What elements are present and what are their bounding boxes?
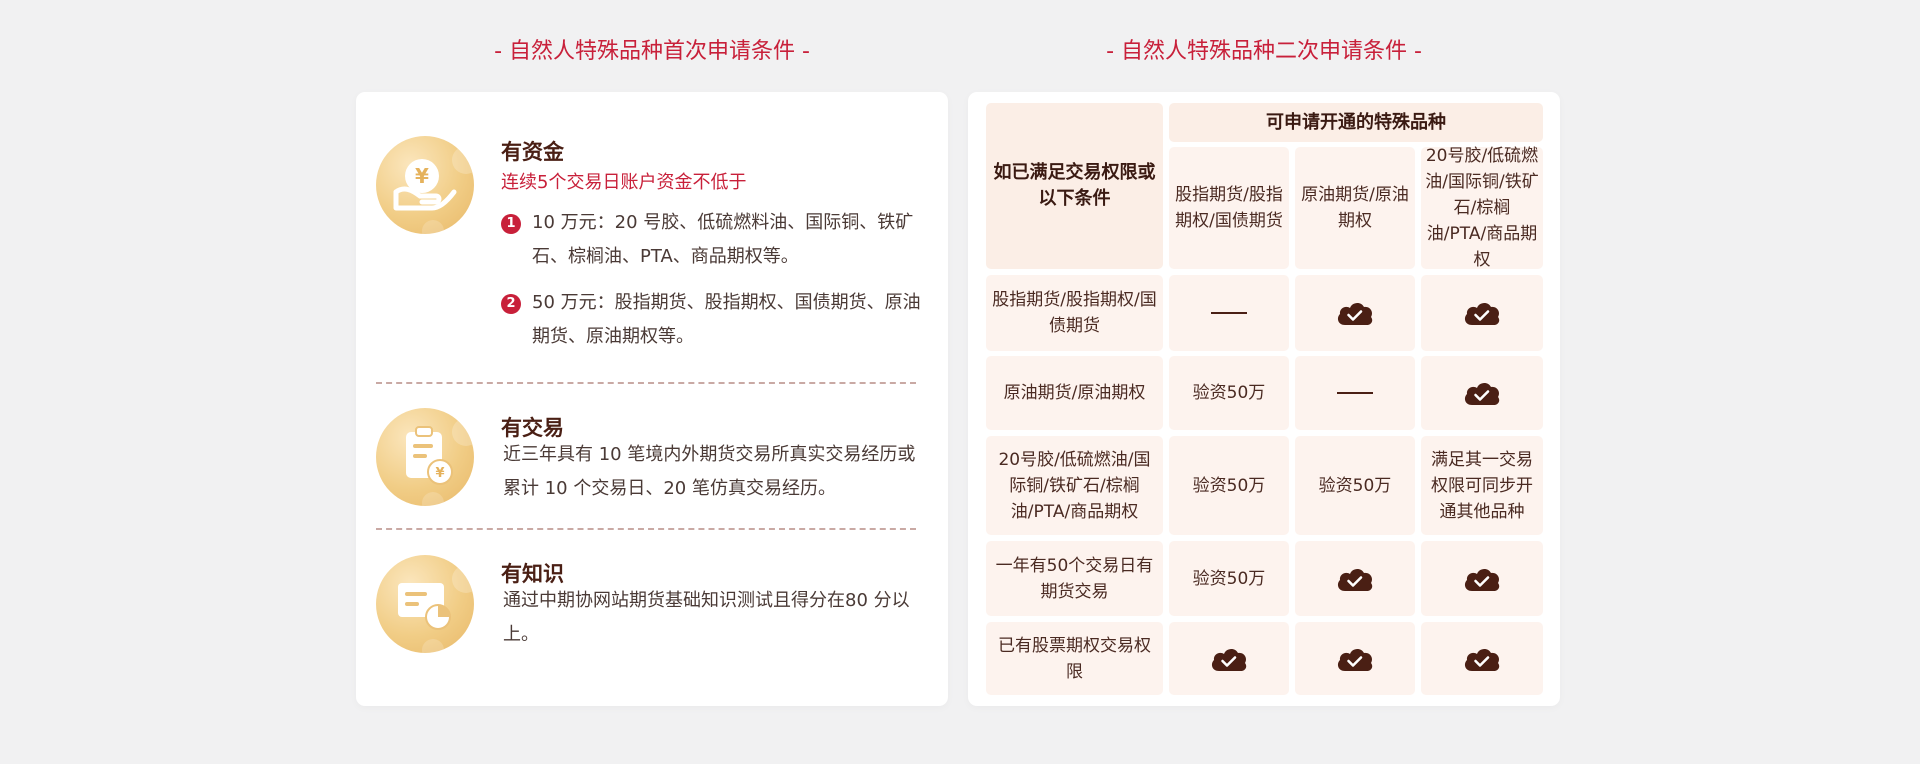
dash-cell: [1295, 356, 1415, 430]
row-label: 股指期货/股指期权/国债期货: [986, 275, 1163, 351]
yen-hand-icon: ¥: [376, 136, 474, 234]
text-cell: 验资50万: [1169, 541, 1289, 616]
svg-text:¥: ¥: [435, 466, 444, 481]
chart-card-icon: [376, 555, 474, 653]
text-cell: 验资50万: [1169, 436, 1289, 535]
check-cell: [1421, 275, 1543, 351]
check-cloud-icon: [1464, 568, 1500, 591]
funds-item-1: 1 10 万元：20 号胶、低硫燃料油、国际铜、铁矿石、棕榈油、PTA、商品期权…: [501, 206, 931, 274]
row-label: 20号胶/低硫燃油/国际铜/铁矿石/棕榈油/PTA/商品期权: [986, 436, 1163, 535]
second-application-card: 如已满足交易权限或以下条件 可申请开通的特殊品种 股指期货/股指期权/国债期货 原油期…: [968, 92, 1560, 706]
row-label: 已有股票期权交易权限: [986, 622, 1163, 695]
funds-item-2-text: 50 万元：股指期货、股指期权、国债期货、原油期货、原油期权等。: [532, 292, 921, 347]
text-cell: 满足其一交易权限可同步开通其他品种: [1421, 436, 1543, 535]
column-header: 股指期货/股指期权/国债期货: [1169, 147, 1289, 269]
condition-funds-subtitle: 连续5个交易日账户资金不低于: [501, 172, 747, 193]
check-cell: [1295, 622, 1415, 695]
second-application-title: - 自然人特殊品种二次申请条件 -: [1106, 39, 1422, 64]
condition-funds-heading: 有资金: [501, 140, 564, 164]
check-cell: [1421, 356, 1543, 430]
check-cloud-icon: [1464, 382, 1500, 405]
number-badge: 2: [501, 294, 521, 314]
check-cloud-icon: [1464, 302, 1500, 325]
first-application-card: ¥ 有资金 连续5个交易日账户资金不低于 1 10 万元：20 号胶、低硫燃料油…: [356, 92, 948, 706]
text-cell: 验资50万: [1169, 356, 1289, 430]
check-cloud-icon: [1337, 568, 1373, 591]
check-cell: [1421, 622, 1543, 695]
corner-header: 如已满足交易权限或以下条件: [986, 103, 1163, 269]
row-label: 一年有50个交易日有期货交易: [986, 541, 1163, 616]
number-badge: 1: [501, 214, 521, 234]
not-applicable-dash: [1211, 312, 1247, 314]
check-cell: [1295, 275, 1415, 351]
section-divider: [376, 528, 916, 530]
column-header: 原油期货/原油期权: [1295, 147, 1415, 269]
condition-funds: ¥ 有资金 连续5个交易日账户资金不低于 1 10 万元：20 号胶、低硫燃料油…: [376, 136, 936, 376]
check-cell: [1295, 541, 1415, 616]
check-cloud-icon: [1337, 302, 1373, 325]
condition-trading: ¥ 有交易 近三年具有 10 笔境内外期货交易所真实交易经历或累计 10 个交易…: [376, 408, 936, 518]
check-cell: [1421, 541, 1543, 616]
column-header: 20号胶/低硫燃油/国际铜/铁矿石/棕榈油/PTA/商品期权: [1421, 146, 1543, 270]
condition-knowledge-text: 通过中期协网站期货基础知识测试且得分在80 分以上。: [503, 590, 910, 645]
first-application-title: - 自然人特殊品种首次申请条件 -: [494, 39, 810, 64]
funds-item-2: 2 50 万元：股指期货、股指期权、国债期货、原油期货、原油期权等。: [501, 286, 931, 354]
svg-text:¥: ¥: [415, 164, 429, 188]
check-cell: [1169, 622, 1289, 695]
clipboard-yen-icon: ¥: [376, 408, 474, 506]
dash-cell: [1169, 275, 1289, 351]
not-applicable-dash: [1337, 392, 1373, 394]
funds-item-1-text: 10 万元：20 号胶、低硫燃料油、国际铜、铁矿石、棕榈油、PTA、商品期权等。: [532, 212, 914, 267]
check-cloud-icon: [1464, 648, 1500, 671]
check-cloud-icon: [1211, 648, 1247, 671]
check-cloud-icon: [1337, 648, 1373, 671]
condition-knowledge: 有知识 通过中期协网站期货基础知识测试且得分在80 分以上。: [376, 555, 936, 665]
text-cell: 验资50万: [1295, 436, 1415, 535]
condition-trading-text: 近三年具有 10 笔境内外期货交易所真实交易经历或累计 10 个交易日、20 笔…: [503, 444, 916, 499]
row-label: 原油期货/原油期权: [986, 356, 1163, 430]
group-header: 可申请开通的特殊品种: [1169, 103, 1543, 142]
section-divider: [376, 382, 916, 384]
